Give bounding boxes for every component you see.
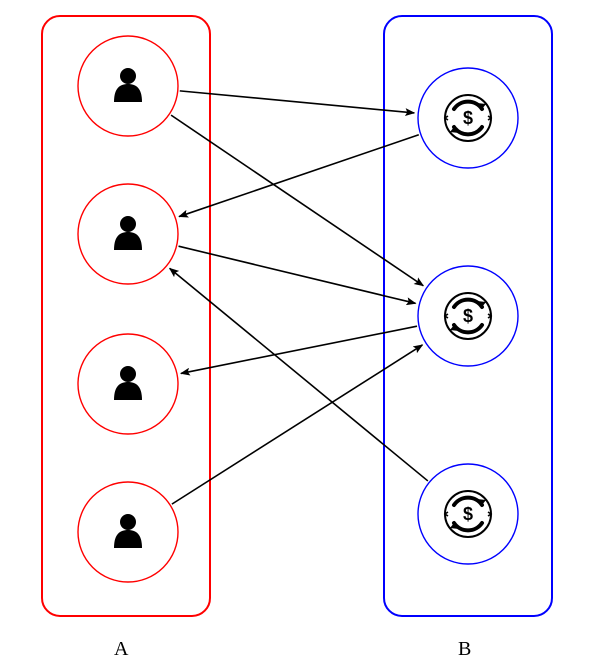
group-a-node-a1 bbox=[78, 36, 178, 136]
edge-a1-b1 bbox=[180, 91, 414, 113]
edge-b3-a2 bbox=[170, 268, 428, 481]
group-b-node-b2 bbox=[418, 266, 518, 366]
group-b-node-b3 bbox=[418, 464, 518, 564]
group-a-node-a3 bbox=[78, 334, 178, 434]
edge-b2-a3 bbox=[181, 326, 417, 373]
group-b-node-b1 bbox=[418, 68, 518, 168]
group-b-label: B bbox=[458, 638, 471, 661]
bipartite-diagram: $ bbox=[0, 0, 594, 664]
edge-a2-b2 bbox=[179, 246, 416, 303]
group-a-node-a4 bbox=[78, 482, 178, 582]
group-a-label: A bbox=[114, 638, 128, 661]
edges bbox=[170, 91, 428, 504]
group-a-node-a2 bbox=[78, 184, 178, 284]
edge-a1-b2 bbox=[171, 115, 423, 286]
edge-b1-a2 bbox=[179, 135, 419, 217]
